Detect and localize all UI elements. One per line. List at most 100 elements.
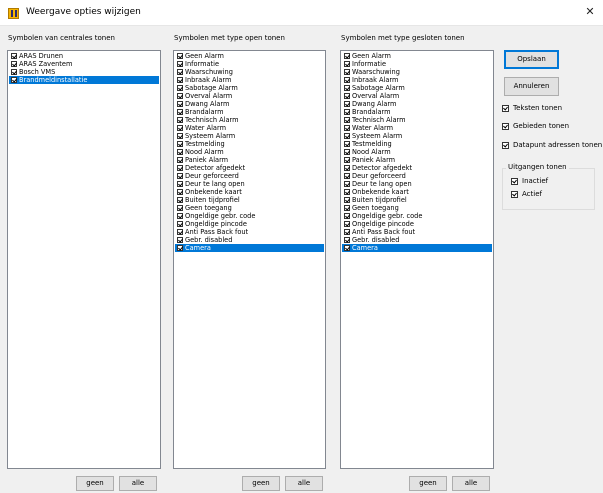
list-item[interactable]: Informatie <box>342 60 492 68</box>
list-item[interactable]: Brandalarm <box>175 108 324 116</box>
list-item[interactable]: Brandalarm <box>342 108 492 116</box>
list-item-checkbox[interactable] <box>177 69 183 75</box>
list-item[interactable]: Ongeldige pincode <box>175 220 324 228</box>
list-item-checkbox[interactable] <box>177 53 183 59</box>
list-item-checkbox[interactable] <box>344 149 350 155</box>
list-item[interactable]: Onbekende kaart <box>175 188 324 196</box>
show-areas-checkbox[interactable] <box>502 122 509 130</box>
list-item-checkbox[interactable] <box>177 85 183 91</box>
list-item-checkbox[interactable] <box>344 213 350 219</box>
outputs-active-checkbox[interactable] <box>511 190 518 198</box>
list-item[interactable]: Gebr. disabled <box>175 236 324 244</box>
list-item-checkbox[interactable] <box>344 141 350 147</box>
list-item[interactable]: Sabotage Alarm <box>342 84 492 92</box>
list-item[interactable]: Detector afgedekt <box>175 164 324 172</box>
list-item-checkbox[interactable] <box>177 93 183 99</box>
list-item[interactable]: Water Alarm <box>175 124 324 132</box>
list-item[interactable]: Ongeldige pincode <box>342 220 492 228</box>
list-item[interactable]: Inbraak Alarm <box>342 76 492 84</box>
outputs-inactive-checkbox[interactable] <box>511 177 518 185</box>
list-item-checkbox[interactable] <box>344 85 350 91</box>
list-item-checkbox[interactable] <box>344 197 350 203</box>
list-item-checkbox[interactable] <box>177 173 183 179</box>
list-item-checkbox[interactable] <box>177 165 183 171</box>
list-item-checkbox[interactable] <box>177 61 183 67</box>
list-item[interactable]: Brandmeldinstallatie <box>9 76 159 84</box>
list-item-checkbox[interactable] <box>344 77 350 83</box>
cancel-button[interactable]: Annuleren <box>504 77 559 96</box>
list-item-checkbox[interactable] <box>344 221 350 227</box>
list-item[interactable]: Technisch Alarm <box>175 116 324 124</box>
list-item-checkbox[interactable] <box>344 61 350 67</box>
list-item-checkbox[interactable] <box>177 237 183 243</box>
list-item-checkbox[interactable] <box>177 229 183 235</box>
closed-type-none-button[interactable]: geen <box>409 476 447 491</box>
list-item-checkbox[interactable] <box>11 77 17 83</box>
list-item-checkbox[interactable] <box>177 205 183 211</box>
list-item-checkbox[interactable] <box>344 189 350 195</box>
list-item[interactable]: Waarschuwing <box>175 68 324 76</box>
list-item-checkbox[interactable] <box>344 205 350 211</box>
list-item-checkbox[interactable] <box>344 237 350 243</box>
list-item[interactable]: Deur te lang open <box>175 180 324 188</box>
list-item[interactable]: ARAS Drunen <box>9 52 159 60</box>
list-item[interactable]: Nood Alarm <box>342 148 492 156</box>
list-item[interactable]: Camera <box>175 244 324 252</box>
close-button[interactable]: ✕ <box>577 0 603 26</box>
list-item-checkbox[interactable] <box>344 133 350 139</box>
list-item-checkbox[interactable] <box>11 53 17 59</box>
list-item-checkbox[interactable] <box>344 181 350 187</box>
list-item[interactable]: Dwang Alarm <box>342 100 492 108</box>
centrals-list[interactable]: ARAS Drunen ARAS Zaventem Bosch VMS Brandme… <box>7 50 161 469</box>
list-item-checkbox[interactable] <box>177 221 183 227</box>
list-item-checkbox[interactable] <box>344 69 350 75</box>
list-item[interactable]: Dwang Alarm <box>175 100 324 108</box>
list-item[interactable]: Ongeldige gebr. code <box>175 212 324 220</box>
list-item[interactable]: Deur geforceerd <box>342 172 492 180</box>
list-item[interactable]: Water Alarm <box>342 124 492 132</box>
list-item-checkbox[interactable] <box>344 165 350 171</box>
list-item-checkbox[interactable] <box>177 117 183 123</box>
list-item-checkbox[interactable] <box>177 197 183 203</box>
list-item-checkbox[interactable] <box>344 109 350 115</box>
list-item-checkbox[interactable] <box>11 61 17 67</box>
list-item[interactable]: Ongeldige gebr. code <box>342 212 492 220</box>
list-item[interactable]: Deur te lang open <box>342 180 492 188</box>
list-item[interactable]: Detector afgedekt <box>342 164 492 172</box>
open-type-list[interactable]: Geen Alarm Informatie Waarschuwing Inbraak … <box>173 50 326 469</box>
list-item[interactable]: Deur geforceerd <box>175 172 324 180</box>
list-item-checkbox[interactable] <box>344 245 350 251</box>
list-item[interactable]: Testmelding <box>175 140 324 148</box>
list-item[interactable]: Overval Alarm <box>342 92 492 100</box>
list-item[interactable]: ARAS Zaventem <box>9 60 159 68</box>
list-item-checkbox[interactable] <box>177 149 183 155</box>
list-item-checkbox[interactable] <box>177 125 183 131</box>
list-item-checkbox[interactable] <box>344 53 350 59</box>
list-item[interactable]: Onbekende kaart <box>342 188 492 196</box>
list-item-checkbox[interactable] <box>344 101 350 107</box>
list-item-checkbox[interactable] <box>177 133 183 139</box>
closed-type-all-button[interactable]: alle <box>452 476 490 491</box>
open-type-all-button[interactable]: alle <box>285 476 323 491</box>
list-item-checkbox[interactable] <box>177 181 183 187</box>
list-item[interactable]: Technisch Alarm <box>342 116 492 124</box>
list-item[interactable]: Buiten tijdprofiel <box>342 196 492 204</box>
list-item[interactable]: Paniek Alarm <box>175 156 324 164</box>
list-item-checkbox[interactable] <box>344 157 350 163</box>
outputs-inactive-option[interactable]: Inactief <box>511 177 548 185</box>
list-item[interactable]: Sabotage Alarm <box>175 84 324 92</box>
list-item[interactable]: Anti Pass Back fout <box>175 228 324 236</box>
list-item-checkbox[interactable] <box>177 77 183 83</box>
show-texts-option[interactable]: Teksten tonen <box>502 104 562 112</box>
centrals-all-button[interactable]: alle <box>119 476 157 491</box>
list-item-checkbox[interactable] <box>177 141 183 147</box>
list-item[interactable]: Systeem Alarm <box>175 132 324 140</box>
list-item[interactable]: Geen Alarm <box>175 52 324 60</box>
list-item-checkbox[interactable] <box>344 125 350 131</box>
list-item[interactable]: Geen Alarm <box>342 52 492 60</box>
list-item-checkbox[interactable] <box>344 93 350 99</box>
list-item[interactable]: Paniek Alarm <box>342 156 492 164</box>
list-item-checkbox[interactable] <box>177 109 183 115</box>
list-item-checkbox[interactable] <box>344 229 350 235</box>
list-item[interactable]: Inbraak Alarm <box>175 76 324 84</box>
